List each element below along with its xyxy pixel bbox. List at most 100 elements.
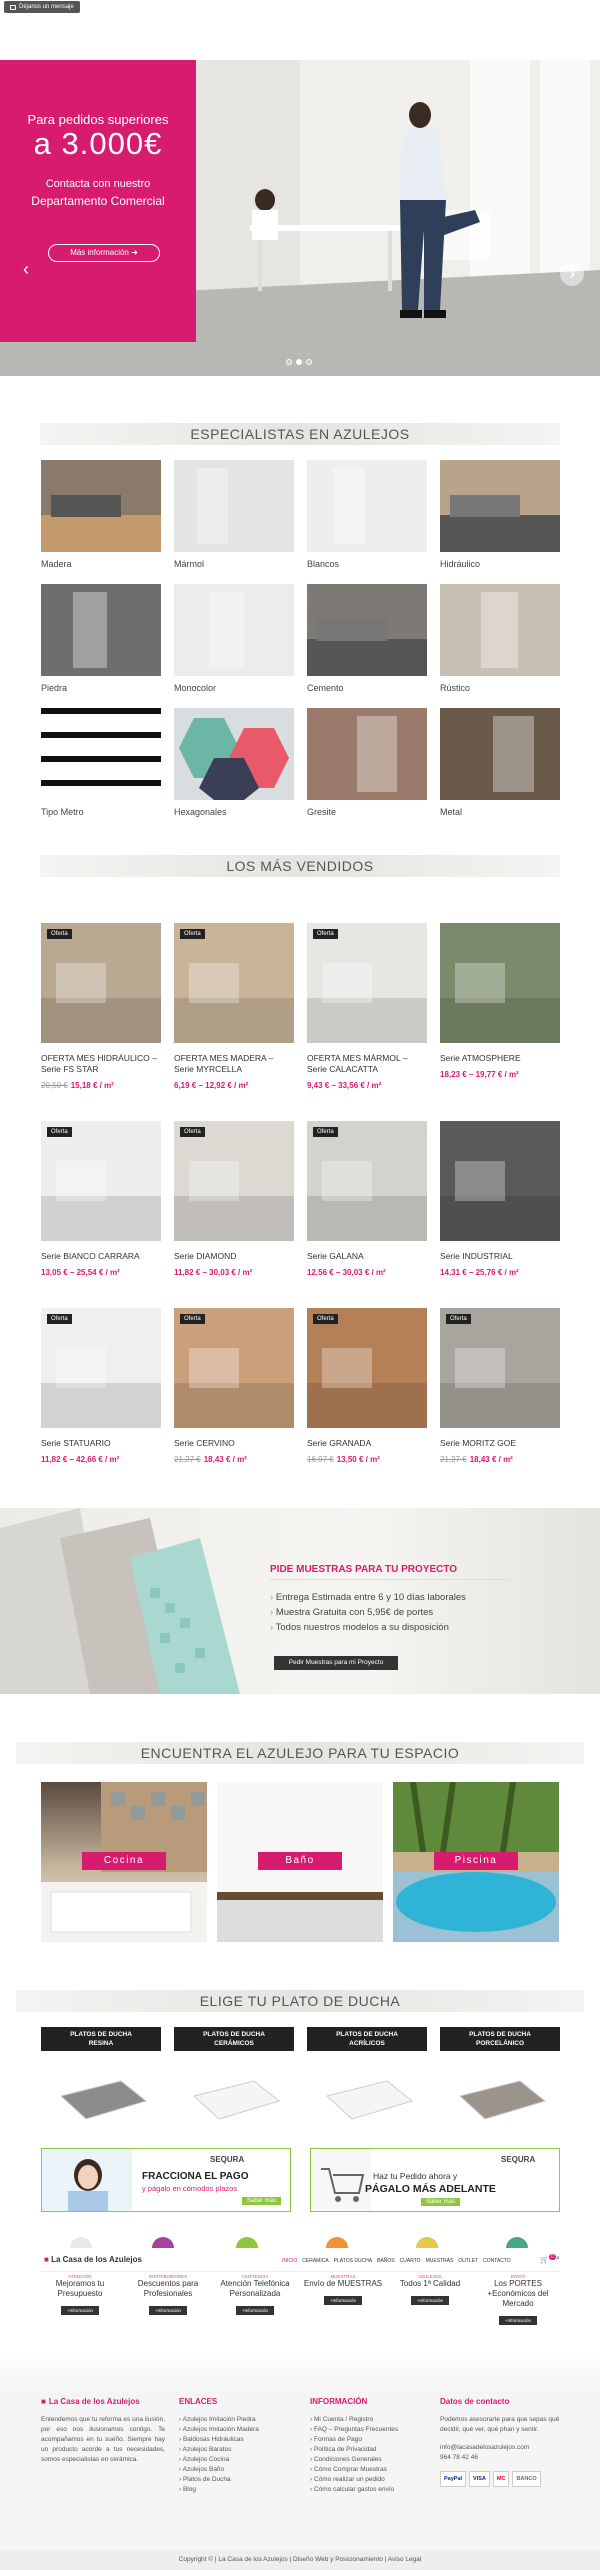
footer-link[interactable]: › Azulejos Baratos [179, 2445, 299, 2455]
product-card[interactable]: Oferta Serie STATUARIO 11,82 € – 42,66 €… [41, 1308, 161, 1464]
category-label[interactable]: Blancos [307, 559, 339, 569]
footer-link[interactable]: › Azulejos Baño [179, 2465, 299, 2475]
footer-link[interactable]: › Formas de Pago [310, 2435, 430, 2445]
footer-link[interactable]: › Baldosas Hidráulicas [179, 2435, 299, 2445]
footer-link[interactable]: › Platos de Ducha [179, 2475, 299, 2485]
category-label[interactable]: Metal [440, 807, 462, 817]
product-name[interactable]: Serie GALANA [307, 1251, 427, 1262]
menu-item[interactable]: MUESTRAS [426, 2258, 454, 2264]
product-card[interactable]: Oferta Serie BIANCO CARRARA 13,05 € – 25… [41, 1121, 161, 1277]
footer-link[interactable]: › Condiciones Generales [310, 2455, 430, 2465]
footer-phone[interactable]: 964 78 42 46 [440, 2453, 560, 2463]
slider-next-arrow[interactable]: › [560, 262, 584, 286]
search-icon[interactable]: ⌕ [556, 2255, 560, 2263]
footer-link[interactable]: › Blog [179, 2485, 299, 2495]
space-bathroom[interactable]: Baño [217, 1782, 383, 1942]
shower-tray-card[interactable]: PLATOS DE DUCHA CERÁMICOS [174, 2027, 294, 2121]
product-image[interactable]: Oferta [307, 1121, 427, 1241]
category-tile[interactable] [440, 460, 560, 552]
service-info-button[interactable]: +Información [235, 2306, 275, 2315]
product-image[interactable]: Oferta [174, 1121, 294, 1241]
footer-link[interactable]: › Azulejos Imitación Madera [179, 2425, 299, 2435]
category-label[interactable]: Monocolor [174, 683, 216, 693]
request-samples-button[interactable]: Pedir Muestras para mi Proyecto [274, 1656, 398, 1670]
category-label[interactable]: Gresite [307, 807, 336, 817]
product-image[interactable]: Oferta [174, 1308, 294, 1428]
category-tile[interactable] [41, 708, 161, 800]
leave-message-button[interactable]: Déjanos un mensaje [4, 1, 80, 13]
category-label[interactable]: Madera [41, 559, 72, 569]
footer-link[interactable]: › Azulejos Imitación Piedra [179, 2415, 299, 2425]
product-name[interactable]: Serie GRANADA [307, 1438, 427, 1449]
slider-dot-2[interactable] [296, 359, 302, 365]
category-tile[interactable] [174, 708, 294, 800]
menu-item[interactable]: INICIO [282, 2258, 297, 2264]
product-image[interactable]: Oferta [307, 923, 427, 1043]
product-card[interactable]: Oferta OFERTA MES MÁRMOL – Serie CALACAT… [307, 923, 427, 1090]
category-label[interactable]: Hexagonales [174, 807, 227, 817]
footer-link[interactable]: › FAQ – Preguntas Frecuentes [310, 2425, 430, 2435]
banner-right-button[interactable]: Saber más [421, 2198, 461, 2206]
category-tile[interactable] [174, 460, 294, 552]
slider-prev-arrow[interactable]: ‹ [14, 258, 38, 282]
product-card[interactable]: Oferta OFERTA MES MADERA – Serie MYRCELL… [174, 923, 294, 1090]
service-info-button[interactable]: +Información [410, 2296, 450, 2305]
cart-icon[interactable]: 🛒 [540, 2256, 549, 2264]
category-tile[interactable] [41, 460, 161, 552]
product-image[interactable]: Oferta [440, 1308, 560, 1428]
footer-link[interactable]: › Mi Cuenta / Registro [310, 2415, 430, 2425]
pay-later-banner[interactable]: SEQURA Haz tu Pedido ahora y PÁGALO MÁS … [310, 2148, 560, 2212]
product-name[interactable]: Serie BIANCO CARRARA [41, 1251, 161, 1262]
menu-item[interactable]: CERÁMICA [302, 2258, 328, 2264]
product-name[interactable]: Serie INDUSTRIAL [440, 1251, 560, 1262]
product-card[interactable]: Oferta OFERTA MES HIDRÁULICO – Serie FS … [41, 923, 161, 1090]
banner-left-button[interactable]: Saber más [242, 2197, 282, 2205]
product-image[interactable]: Oferta [41, 923, 161, 1043]
product-image[interactable]: Oferta [41, 1308, 161, 1428]
category-label[interactable]: Cemento [307, 683, 344, 693]
shower-tray-card[interactable]: PLATOS DE DUCHA PORCELÁNICO [440, 2027, 560, 2121]
category-tile[interactable] [307, 708, 427, 800]
product-name[interactable]: Serie CERVINO [174, 1438, 294, 1449]
product-image[interactable]: Oferta [174, 923, 294, 1043]
menu-item[interactable]: CONTACTO [483, 2258, 511, 2264]
category-tile[interactable] [307, 460, 427, 552]
service-info-button[interactable]: +Información [148, 2306, 188, 2315]
category-tile[interactable] [440, 584, 560, 676]
product-card[interactable]: Oferta Serie GALANA 12,56 € – 30,03 € / … [307, 1121, 427, 1277]
menu-item[interactable]: BAÑOS [377, 2258, 395, 2264]
category-label[interactable]: Hidráulico [440, 559, 480, 569]
footer-link[interactable]: › Cómo Comprar Muestras [310, 2465, 430, 2475]
slider-dot-1[interactable] [286, 359, 292, 365]
menu-item[interactable]: OUTLET [458, 2258, 478, 2264]
footer-link[interactable]: › Política de Privacidad [310, 2445, 430, 2455]
product-name[interactable]: OFERTA MES MADERA – Serie MYRCELLA [174, 1053, 294, 1075]
space-pool[interactable]: Piscina [393, 1782, 559, 1942]
product-card[interactable]: Oferta Serie DIAMOND 11,82 € – 30,03 € /… [174, 1121, 294, 1277]
shower-tray-card[interactable]: PLATOS DE DUCHA RESINA [41, 2027, 161, 2121]
footer-email[interactable]: info@lacasadelosazulejos.com [440, 2443, 560, 2453]
footer-link[interactable]: › Cómo realizar un pedido [310, 2475, 430, 2485]
service-info-button[interactable]: +Información [498, 2316, 538, 2325]
footer-link[interactable]: › Cómo calcular gastos envío [310, 2485, 430, 2495]
product-image[interactable]: Oferta [41, 1121, 161, 1241]
more-info-button[interactable]: Más información ➜ [48, 244, 160, 262]
product-card[interactable]: Serie INDUSTRIAL 14,31 € – 25,76 € / m² [440, 1121, 560, 1277]
product-image[interactable]: Oferta [307, 1308, 427, 1428]
product-card[interactable]: Serie ATMOSPHERE 18,23 € – 19,77 € / m² [440, 923, 560, 1079]
product-name[interactable]: Serie ATMOSPHERE [440, 1053, 560, 1064]
space-kitchen[interactable]: Cocina [41, 1782, 207, 1942]
product-card[interactable]: Oferta Serie MORITZ GOE 21,27 €18,43 € /… [440, 1308, 560, 1464]
category-tile[interactable] [41, 584, 161, 676]
service-info-button[interactable]: +Información [60, 2306, 100, 2315]
category-tile[interactable] [174, 584, 294, 676]
category-label[interactable]: Rústico [440, 683, 470, 693]
category-tile[interactable] [307, 584, 427, 676]
category-label[interactable]: Mármol [174, 559, 204, 569]
slider-dot-3[interactable] [306, 359, 312, 365]
product-name[interactable]: Serie DIAMOND [174, 1251, 294, 1262]
footer-link[interactable]: › Azulejos Cocina [179, 2455, 299, 2465]
menu-item[interactable]: PLATOS DUCHA [334, 2258, 372, 2264]
product-image[interactable] [440, 1121, 560, 1241]
product-name[interactable]: OFERTA MES MÁRMOL – Serie CALACATTA [307, 1053, 427, 1075]
